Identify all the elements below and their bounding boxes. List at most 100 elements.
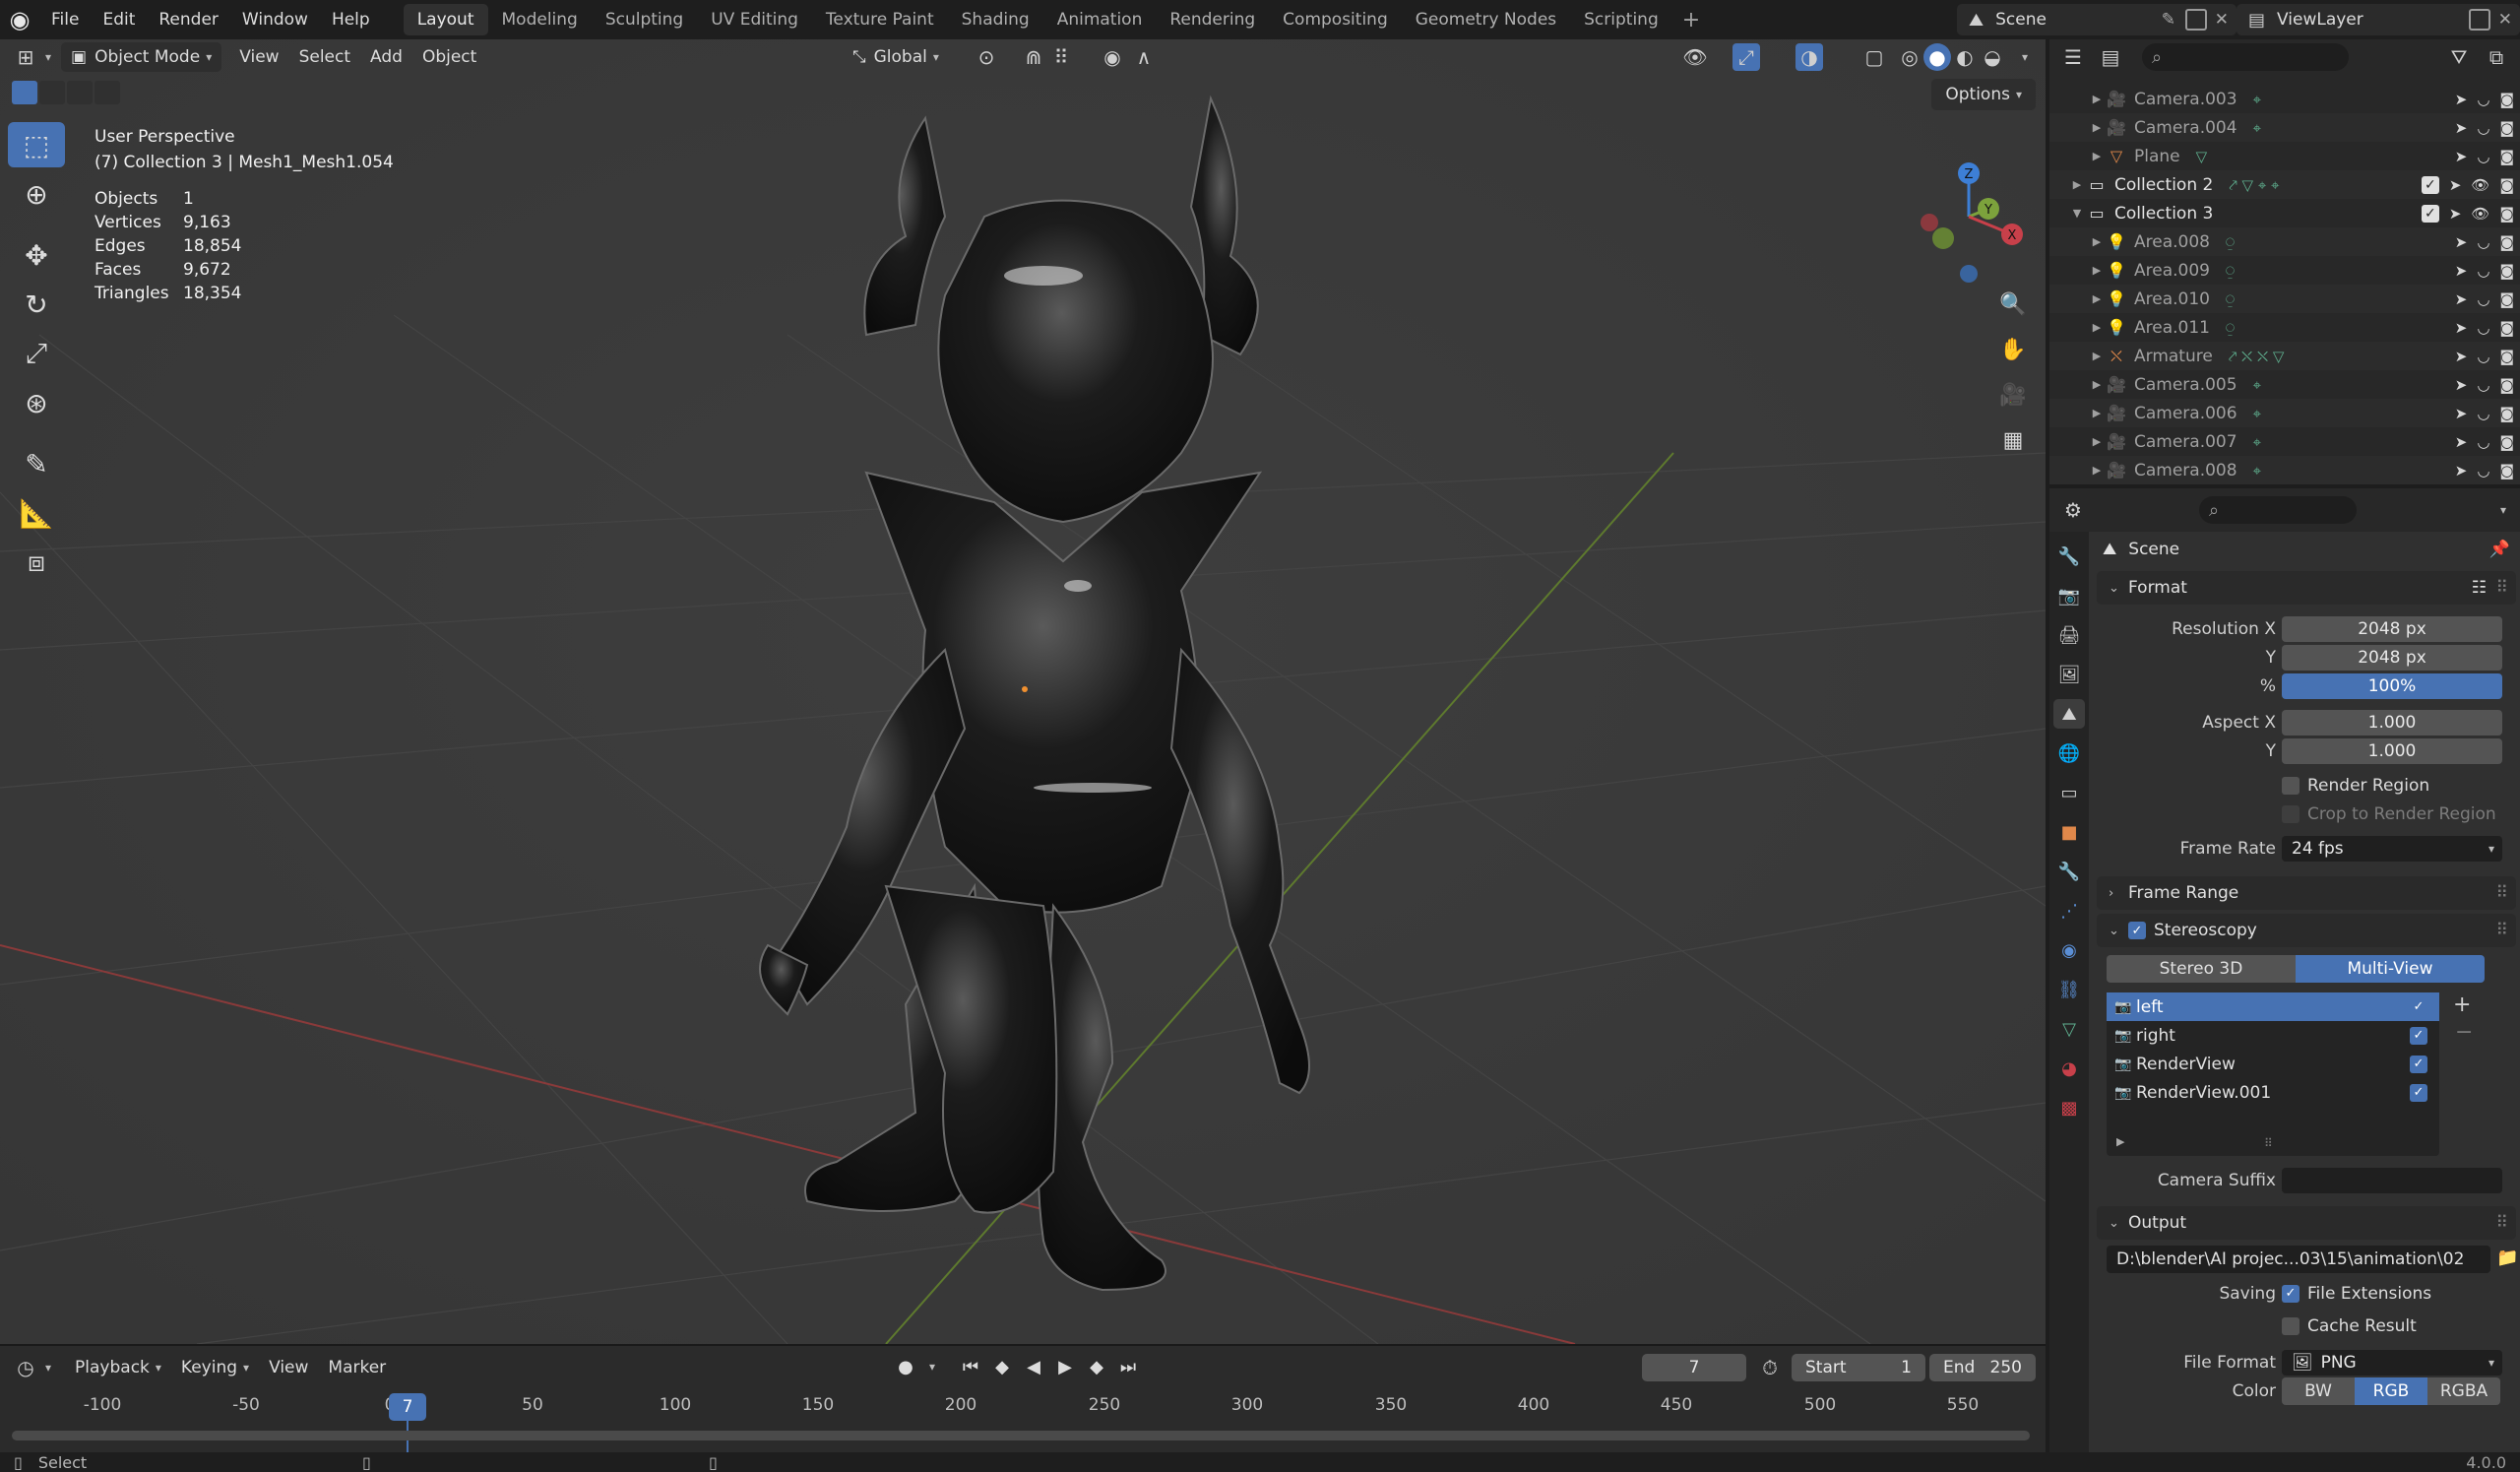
tab-geometry-nodes[interactable]: Geometry Nodes [1402, 4, 1570, 35]
render-camera-icon[interactable]: ◙ [2499, 376, 2514, 394]
selectable-icon[interactable]: ➤ [2455, 405, 2468, 422]
file-extensions-checkbox[interactable]: ✓ File Extensions [2282, 1284, 2431, 1304]
jump-end-icon[interactable]: ⏭ [1114, 1352, 1142, 1381]
timeline-view-menu[interactable]: View [259, 1353, 318, 1382]
stereoscopy-panel-header[interactable]: ⌄ ✓ Stereoscopy ⠿ [2097, 914, 2516, 947]
outliner-item-name[interactable]: Collection 2 [2114, 175, 2213, 195]
pin-icon[interactable]: ✎ [2162, 10, 2175, 30]
mode-dropdown[interactable]: ▣ Object Mode ▾ [61, 42, 222, 72]
end-frame-field[interactable]: End 250 [1929, 1354, 2036, 1381]
hidden-eye-icon[interactable]: ◡ [2477, 348, 2489, 365]
selectable-icon[interactable]: ➤ [2455, 91, 2468, 108]
add-workspace-icon[interactable]: + [1672, 8, 1710, 32]
solid-shading-icon[interactable]: ● [1923, 43, 1951, 71]
output-path-input[interactable]: D:\blender\AI projec...03\15\animation\0… [2107, 1246, 2490, 1273]
jump-start-icon[interactable]: ⏮ [957, 1352, 984, 1381]
display-mode-icon[interactable]: ▤ [2097, 43, 2124, 71]
select-box-tool-icon[interactable]: ⬚ [8, 122, 65, 167]
neg-x-axis-handle[interactable] [1921, 214, 1938, 231]
menu-file[interactable]: File [39, 0, 91, 39]
neg-z-axis-handle[interactable] [1960, 265, 1978, 283]
falloff-icon[interactable]: ∧ [1130, 43, 1158, 71]
new-scene-icon[interactable] [2185, 9, 2207, 31]
outliner-item-name[interactable]: Area.010 [2134, 289, 2210, 309]
selectable-icon[interactable]: ➤ [2455, 148, 2468, 165]
outliner-row[interactable]: ▼ ▭ Collection 3 ✓ ➤ 👁 ◙ [2049, 199, 2520, 227]
filter-icon[interactable]: ⛛ [2445, 43, 2473, 71]
add-cube-tool-icon[interactable]: ⧈ [8, 540, 65, 585]
outliner-row[interactable]: ▶ 🎥 Camera.006 ⌖ ➤ ◡ ◙ [2049, 399, 2520, 427]
format-panel-header[interactable]: ⌄ Format ☷ ⠿ [2097, 571, 2516, 605]
play-icon[interactable]: ▶ [1051, 1352, 1079, 1381]
drag-handle-icon[interactable]: ⠿ [2496, 883, 2508, 903]
outliner-item-name[interactable]: Camera.008 [2134, 461, 2237, 480]
chevron-down-icon[interactable]: ▾ [2500, 503, 2506, 517]
outliner-row[interactable]: ▶ 🎥 Camera.004 ⌖ ➤ ◡ ◙ [2049, 113, 2520, 142]
physics-tab-icon[interactable]: ◉ [2053, 935, 2085, 965]
render-camera-icon[interactable]: ◙ [2499, 462, 2514, 480]
properties-editor-icon[interactable]: ⚙ [2059, 496, 2087, 524]
data-badge-icon[interactable]: ⍜ [2226, 233, 2235, 251]
output-panel-header[interactable]: ⌄ Output ⠿ [2097, 1206, 2516, 1240]
close-icon[interactable]: ✕ [2498, 10, 2512, 30]
select-subtract-icon[interactable] [67, 81, 93, 104]
hidden-eye-icon[interactable]: ◡ [2477, 290, 2489, 308]
pivot-point-icon[interactable]: ⊙ [973, 43, 1000, 71]
tab-compositing[interactable]: Compositing [1269, 4, 1402, 35]
outliner-item-name[interactable]: Area.011 [2134, 318, 2210, 338]
menu-select[interactable]: Select [289, 42, 360, 72]
selectable-icon[interactable]: ➤ [2455, 348, 2468, 365]
camera-view-icon[interactable]: 🎥 [1994, 376, 2032, 414]
render-camera-icon[interactable]: ◙ [2499, 433, 2514, 451]
gizmo-toggle-icon[interactable]: ⤢ [1732, 43, 1760, 71]
camera-suffix-input[interactable] [2282, 1167, 2502, 1193]
properties-search-input[interactable]: ⌕ [2199, 496, 2357, 524]
outliner-row[interactable]: ▶ 🎥 Camera.008 ⌖ ➤ ◡ ◙ [2049, 456, 2520, 484]
pin-icon[interactable]: 📌 [2489, 540, 2510, 559]
expand-triangle-icon[interactable]: ▶ [2089, 150, 2105, 162]
new-view-layer-icon[interactable] [2469, 9, 2490, 31]
timeline-ruler[interactable]: -100 -50 0 50 100 150 200 250 300 350 40… [0, 1391, 2046, 1460]
outliner-item-name[interactable]: Area.008 [2134, 232, 2210, 252]
outliner-row[interactable]: ▶ ⛌ Armature ⤤ ⛌ ⛌ ▽ ➤ ◡ ◙ [2049, 342, 2520, 370]
view-layer-name[interactable]: ViewLayer [2277, 10, 2363, 30]
transform-orientation-dropdown[interactable]: ⤡ Global ▾ [843, 42, 949, 72]
hidden-eye-icon[interactable]: ◡ [2477, 405, 2489, 422]
view-layer-tab-icon[interactable]: 🖼 [2053, 660, 2085, 689]
data-badge-icon[interactable]: ⌖ [2253, 376, 2261, 394]
clock-editor-icon[interactable]: ◷ [12, 1354, 39, 1381]
select-new-icon[interactable] [12, 81, 37, 104]
hidden-eye-icon[interactable]: ◡ [2477, 319, 2489, 337]
menu-edit[interactable]: Edit [91, 0, 147, 39]
menu-view[interactable]: View [229, 42, 288, 72]
exclude-checkbox[interactable]: ✓ [2421, 175, 2439, 194]
rendered-shading-icon[interactable]: ◒ [1979, 43, 2006, 71]
visibility-icon[interactable]: 👁 [2471, 205, 2489, 223]
prev-keyframe-icon[interactable]: ◆ [988, 1352, 1016, 1381]
outliner-item-name[interactable]: Camera.003 [2134, 90, 2237, 109]
view-enabled-checkbox[interactable]: ✓ [2410, 1083, 2427, 1102]
outliner-row[interactable]: ▶ 💡 Area.008 ⍜ ➤ ◡ ◙ [2049, 227, 2520, 256]
color-bw-button[interactable]: BW [2282, 1377, 2355, 1405]
cursor-tool-icon[interactable]: ⊕ [8, 171, 65, 217]
render-camera-icon[interactable]: ◙ [2499, 290, 2514, 308]
outliner-row[interactable]: ▶ 🎥 Camera.005 ⌖ ➤ ◡ ◙ [2049, 370, 2520, 399]
outliner-row[interactable]: ▶ ▭ Collection 2 ⤤ ▽ ⌖ ⌖ ✓ ➤ 👁 ◙ [2049, 170, 2520, 199]
stopwatch-icon[interactable]: ⏱ [1756, 1354, 1784, 1381]
expand-triangle-icon[interactable]: ▶ [2089, 464, 2105, 477]
rotate-tool-icon[interactable]: ↻ [8, 282, 65, 327]
keying-menu[interactable]: Keying ▾ [171, 1353, 259, 1382]
resolution-y-field[interactable]: 2048 px [2282, 644, 2502, 671]
modifier-tab-icon[interactable]: 🔧 [2053, 857, 2085, 886]
expand-triangle-icon[interactable]: ▶ [2089, 264, 2105, 277]
world-tab-icon[interactable]: 🌐 [2053, 738, 2085, 768]
file-format-dropdown[interactable]: 🖼 PNG ▾ [2282, 1349, 2502, 1376]
view-enabled-checkbox[interactable]: ✓ [2410, 997, 2427, 1016]
outliner-item-name[interactable]: Camera.007 [2134, 432, 2237, 452]
transform-tool-icon[interactable]: ⊛ [8, 380, 65, 425]
scene-name[interactable]: Scene [1995, 10, 2047, 30]
outliner-row[interactable]: ▶ 💡 Area.009 ⍜ ➤ ◡ ◙ [2049, 256, 2520, 285]
render-camera-icon[interactable]: ◙ [2499, 262, 2514, 280]
tab-shading[interactable]: Shading [948, 4, 1043, 35]
perspective-toggle-icon[interactable]: ▦ [1994, 421, 2032, 459]
